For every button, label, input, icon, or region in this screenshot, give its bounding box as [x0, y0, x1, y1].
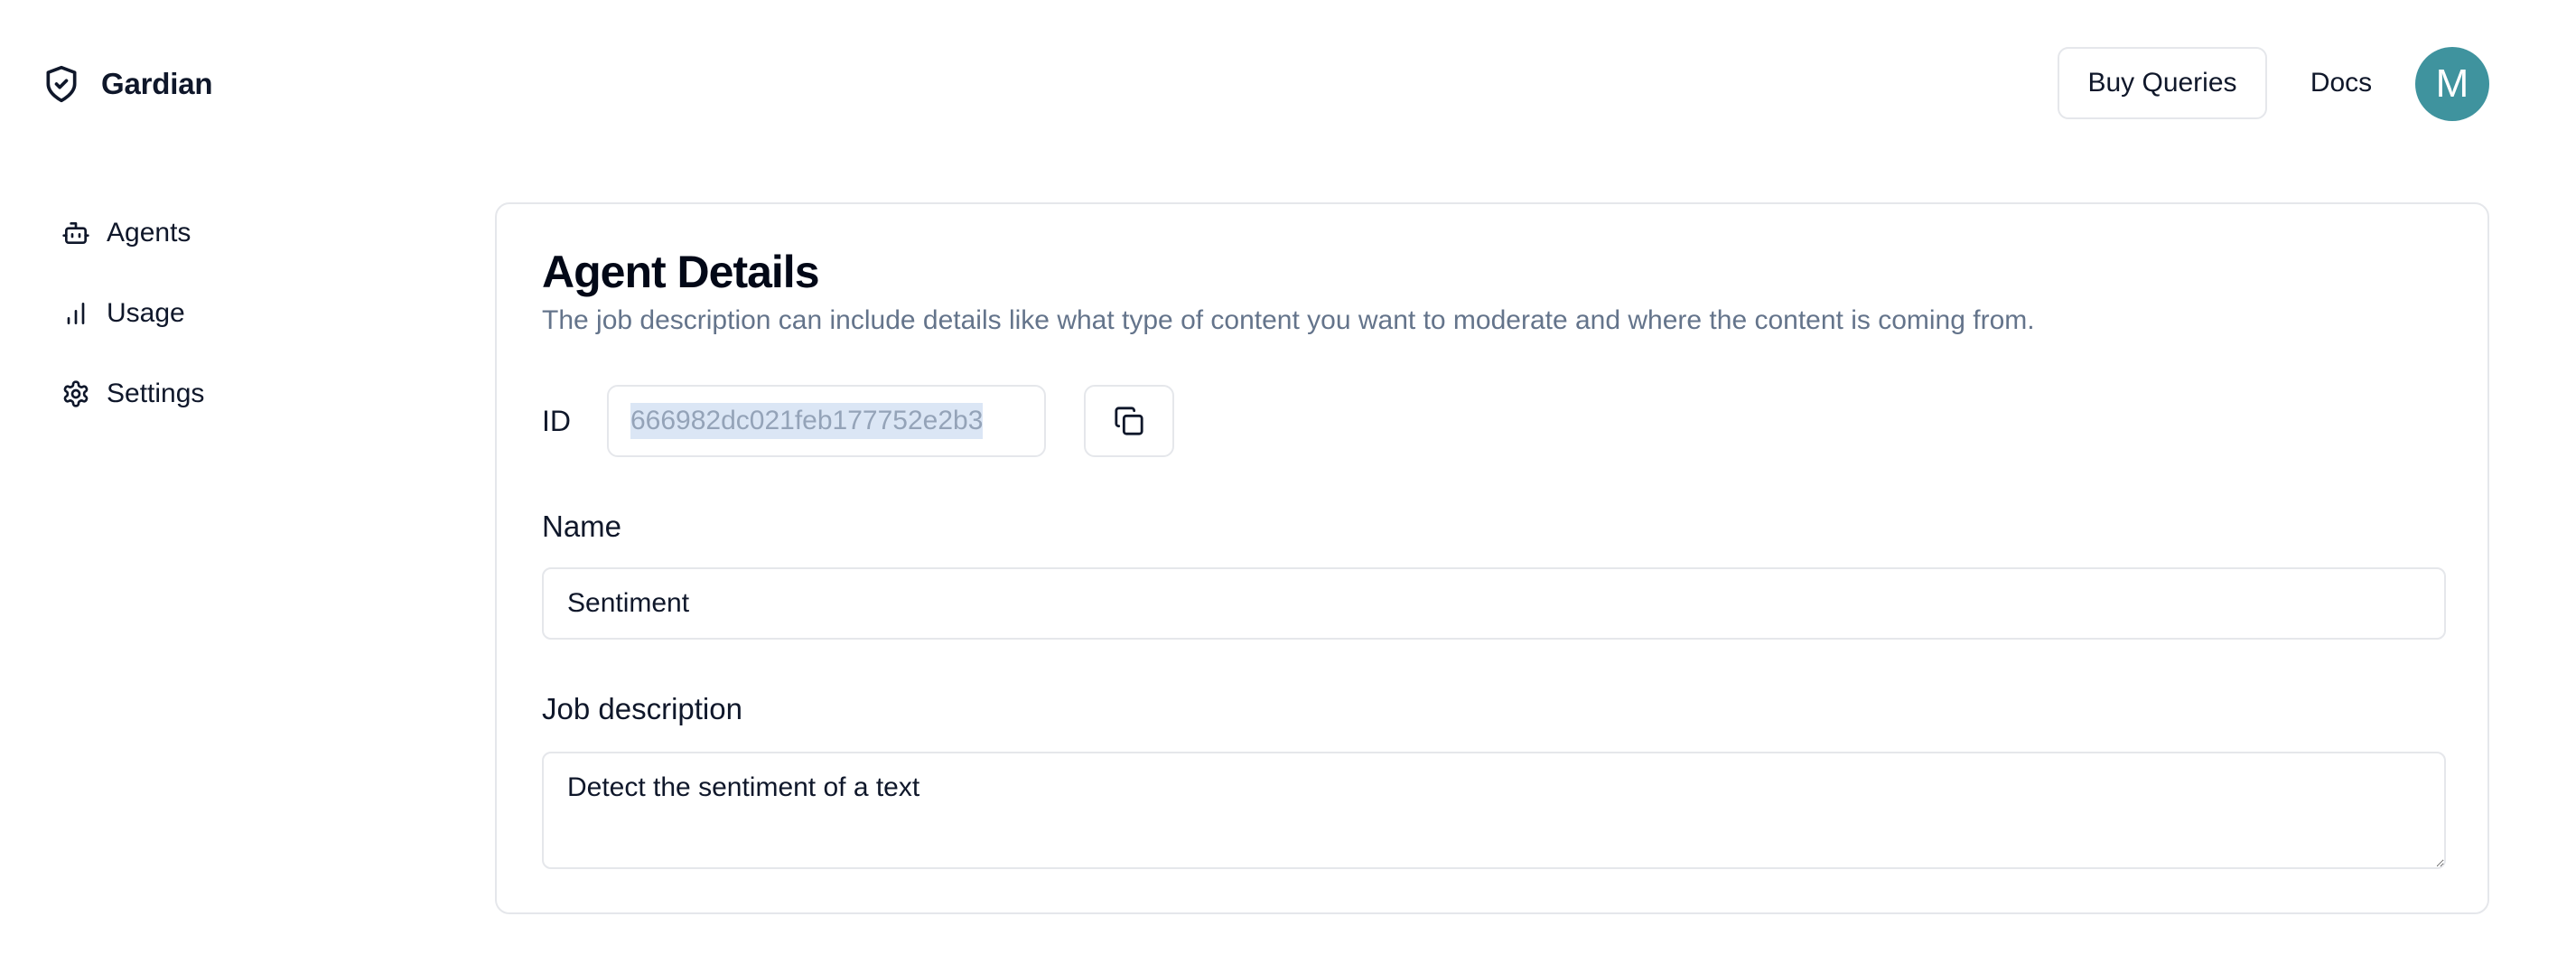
job-description-label: Job description — [542, 692, 742, 725]
sidebar-item-label: Settings — [107, 379, 205, 408]
avatar[interactable]: M — [2415, 47, 2489, 121]
brand-name: Gardian — [101, 67, 213, 100]
bar-chart-icon — [61, 299, 90, 328]
docs-link[interactable]: Docs — [2294, 47, 2388, 119]
copy-icon — [1114, 406, 1144, 436]
brand[interactable]: Gardian — [42, 61, 213, 107]
sidebar-item-usage[interactable]: Usage — [61, 288, 332, 339]
gear-icon — [61, 379, 90, 408]
name-input[interactable] — [542, 567, 2446, 640]
sidebar-item-label: Usage — [107, 298, 185, 328]
robot-icon — [61, 219, 90, 248]
id-label: ID — [542, 405, 571, 437]
buy-queries-button[interactable]: Buy Queries — [2058, 47, 2267, 119]
sidebar-item-label: Agents — [107, 218, 191, 248]
copy-id-button[interactable] — [1084, 385, 1174, 457]
agent-id-value[interactable]: 666982dc021feb177752e2b3 — [630, 403, 984, 439]
sidebar-item-agents[interactable]: Agents — [61, 208, 332, 258]
top-header: Gardian Buy Queries Docs M — [0, 0, 2576, 168]
shield-check-icon — [42, 62, 81, 106]
sidebar-item-settings[interactable]: Settings — [61, 369, 332, 419]
card-description: The job description can include details … — [542, 305, 2035, 335]
agent-id-field[interactable]: 666982dc021feb177752e2b3 — [607, 385, 1046, 457]
name-label: Name — [542, 510, 622, 543]
job-description-textarea[interactable]: Detect the sentiment of a text — [542, 752, 2446, 869]
agent-details-card: Agent Details The job description can in… — [495, 202, 2489, 914]
page-title: Agent Details — [542, 247, 820, 297]
